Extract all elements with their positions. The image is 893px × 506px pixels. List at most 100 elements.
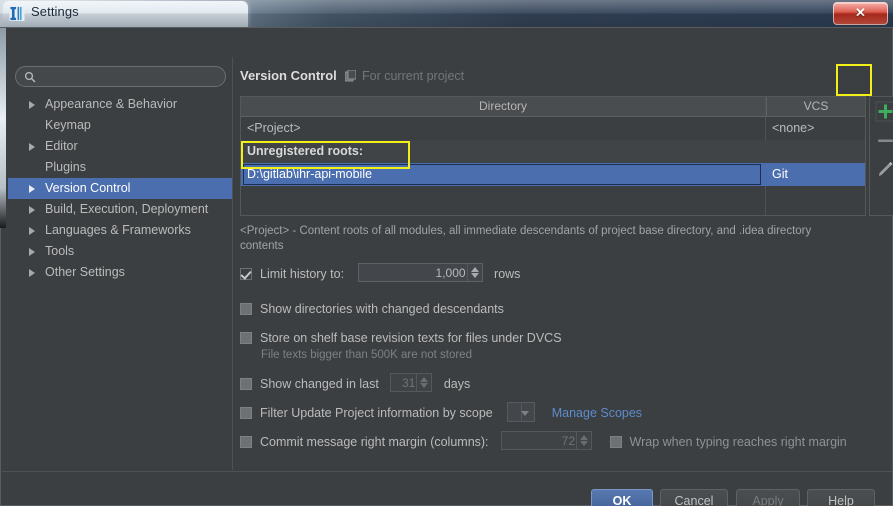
show-changed-checkbox[interactable]	[240, 378, 252, 390]
chevron-right-icon	[29, 101, 35, 109]
option-show-directories: Show directories with changed descendant…	[240, 300, 504, 318]
wrap-typing-checkbox[interactable]	[609, 436, 622, 448]
commit-margin-label: Commit message right margin (columns):	[260, 435, 489, 449]
page-scope-note: For current project	[362, 69, 465, 83]
window-left-edge-highlight	[0, 28, 6, 228]
show-directories-label: Show directories with changed descendant…	[260, 302, 504, 316]
manage-scopes-link[interactable]: Manage Scopes	[552, 406, 642, 420]
sidebar-item-label: Languages & Frameworks	[45, 223, 191, 237]
add-mapping-button[interactable]	[873, 99, 893, 124]
column-header-vcs[interactable]: VCS	[766, 97, 865, 116]
sidebar-item-label: Plugins	[45, 160, 86, 174]
close-button[interactable]: ✕	[833, 2, 888, 25]
sidebar-item-plugins[interactable]: Plugins	[8, 157, 232, 178]
limit-history-checkbox[interactable]	[240, 268, 252, 280]
table-toolbar	[869, 96, 893, 216]
apply-button[interactable]: Apply	[736, 489, 800, 506]
table-row[interactable]: D:\gitlab\ihr-api-mobile Git	[241, 163, 865, 186]
chevron-right-icon	[29, 227, 35, 235]
search-input[interactable]	[41, 69, 223, 87]
sidebar-item-label: Other Settings	[45, 265, 125, 279]
limit-history-spinner[interactable]: 1,000	[357, 263, 483, 282]
sidebar-item-label: Build, Execution, Deployment	[45, 202, 209, 216]
sidebar-item-label: Keymap	[45, 118, 91, 132]
store-on-shelf-note: File texts bigger than 500K are not stor…	[261, 349, 472, 361]
remove-mapping-button[interactable]	[873, 128, 893, 153]
title-bar: Settings ✕	[0, 0, 893, 27]
sidebar-item-label: Appearance & Behavior	[45, 97, 178, 111]
option-store-on-shelf: Store on shelf base revision texts for f…	[240, 329, 562, 347]
vcs-directory-mapping-table[interactable]: Directory VCS <Project> <none> Unregiste…	[240, 96, 866, 216]
show-changed-spinner[interactable]: 31	[390, 373, 433, 392]
show-changed-label: Show changed in last	[260, 377, 379, 391]
sidebar-item-editor[interactable]: Editor	[8, 136, 232, 157]
sidebar-item-label: Editor	[45, 139, 78, 153]
window-title: Settings	[31, 4, 79, 19]
sidebar-item-other-settings[interactable]: Other Settings	[8, 262, 232, 283]
cell-vcs: Git	[772, 167, 788, 181]
sidebar-item-tools[interactable]: Tools	[8, 241, 232, 262]
store-on-shelf-label: Store on shelf base revision texts for f…	[260, 331, 562, 345]
store-on-shelf-checkbox[interactable]	[240, 332, 252, 344]
scope-dropdown[interactable]	[507, 402, 536, 422]
sidebar-item-label: Tools	[45, 244, 75, 258]
sidebar-item-languages-frameworks[interactable]: Languages & Frameworks	[8, 220, 232, 241]
option-show-changed-in-last: Show changed in last 31 days	[240, 373, 471, 392]
sidebar-item-label: Version Control	[45, 181, 131, 195]
spinner-up-icon[interactable]	[420, 377, 429, 382]
chevron-right-icon	[29, 185, 35, 193]
chevron-right-icon	[29, 269, 35, 277]
commit-margin-value: 72	[561, 434, 576, 448]
sidebar-item-appearance-behavior[interactable]: Appearance & Behavior	[8, 94, 232, 115]
spinner-down-icon[interactable]	[420, 383, 429, 388]
version-control-panel: Version Control For current project Dire…	[233, 57, 893, 469]
sidebar-item-build-execution-deployment[interactable]: Build, Execution, Deployment	[8, 199, 232, 220]
settings-sidebar: Appearance & Behavior Keymap Editor Plug…	[8, 57, 232, 469]
cell-directory: D:\gitlab\ihr-api-mobile	[247, 167, 373, 181]
table-row[interactable]: <Project> <none>	[241, 117, 865, 140]
sidebar-item-version-control[interactable]: Version Control	[8, 178, 232, 199]
limit-history-suffix: rows	[494, 267, 521, 281]
spinner-arrows[interactable]	[576, 432, 590, 449]
project-scope-icon	[345, 70, 356, 82]
spinner-down-icon[interactable]	[580, 441, 589, 446]
table-group-row: Unregistered roots:	[241, 140, 865, 163]
sidebar-item-keymap[interactable]: Keymap	[8, 115, 232, 136]
filter-update-checkbox[interactable]	[240, 407, 252, 419]
commit-margin-checkbox[interactable]	[240, 436, 252, 448]
spinner-down-icon[interactable]	[470, 273, 479, 278]
cancel-button[interactable]: Cancel	[660, 489, 728, 506]
chevron-right-icon	[29, 206, 35, 214]
settings-tree: Appearance & Behavior Keymap Editor Plug…	[8, 94, 232, 283]
wrap-typing-label: Wrap when typing reaches right margin	[629, 435, 847, 449]
ok-button[interactable]: OK	[591, 489, 653, 506]
commit-margin-spinner[interactable]: 72	[501, 431, 593, 450]
show-changed-suffix: days	[443, 377, 471, 391]
chevron-right-icon	[29, 248, 35, 256]
cell-directory: <Project>	[247, 121, 301, 135]
limit-history-value: 1,000	[435, 266, 466, 280]
spinner-arrows[interactable]	[416, 374, 430, 391]
show-changed-value: 31	[401, 376, 416, 390]
column-header-directory[interactable]: Directory	[241, 97, 765, 116]
chevron-down-icon	[521, 411, 530, 416]
help-button[interactable]: Help	[807, 489, 875, 506]
dialog-body: Appearance & Behavior Keymap Editor Plug…	[0, 27, 893, 506]
table-header-row: Directory VCS	[241, 97, 865, 117]
limit-history-label: Limit history to:	[260, 267, 345, 281]
option-commit-margin: Commit message right margin (columns): 7…	[240, 431, 847, 450]
project-roots-description: <Project> - Content roots of all modules…	[240, 225, 812, 252]
cell-directory: Unregistered roots:	[247, 144, 363, 158]
spinner-arrows[interactable]	[466, 264, 481, 281]
page-title: Version Control	[240, 68, 337, 83]
edit-mapping-button[interactable]	[873, 157, 893, 182]
spinner-up-icon[interactable]	[580, 435, 589, 440]
button-bar-divider	[2, 471, 892, 472]
spinner-up-icon[interactable]	[470, 267, 479, 272]
show-directories-checkbox[interactable]	[240, 303, 252, 315]
option-filter-update: Filter Update Project information by sco…	[240, 402, 642, 422]
search-icon	[24, 71, 36, 83]
search-box[interactable]	[15, 66, 226, 87]
chevron-right-icon	[29, 143, 35, 151]
cell-vcs: <none>	[772, 121, 815, 135]
